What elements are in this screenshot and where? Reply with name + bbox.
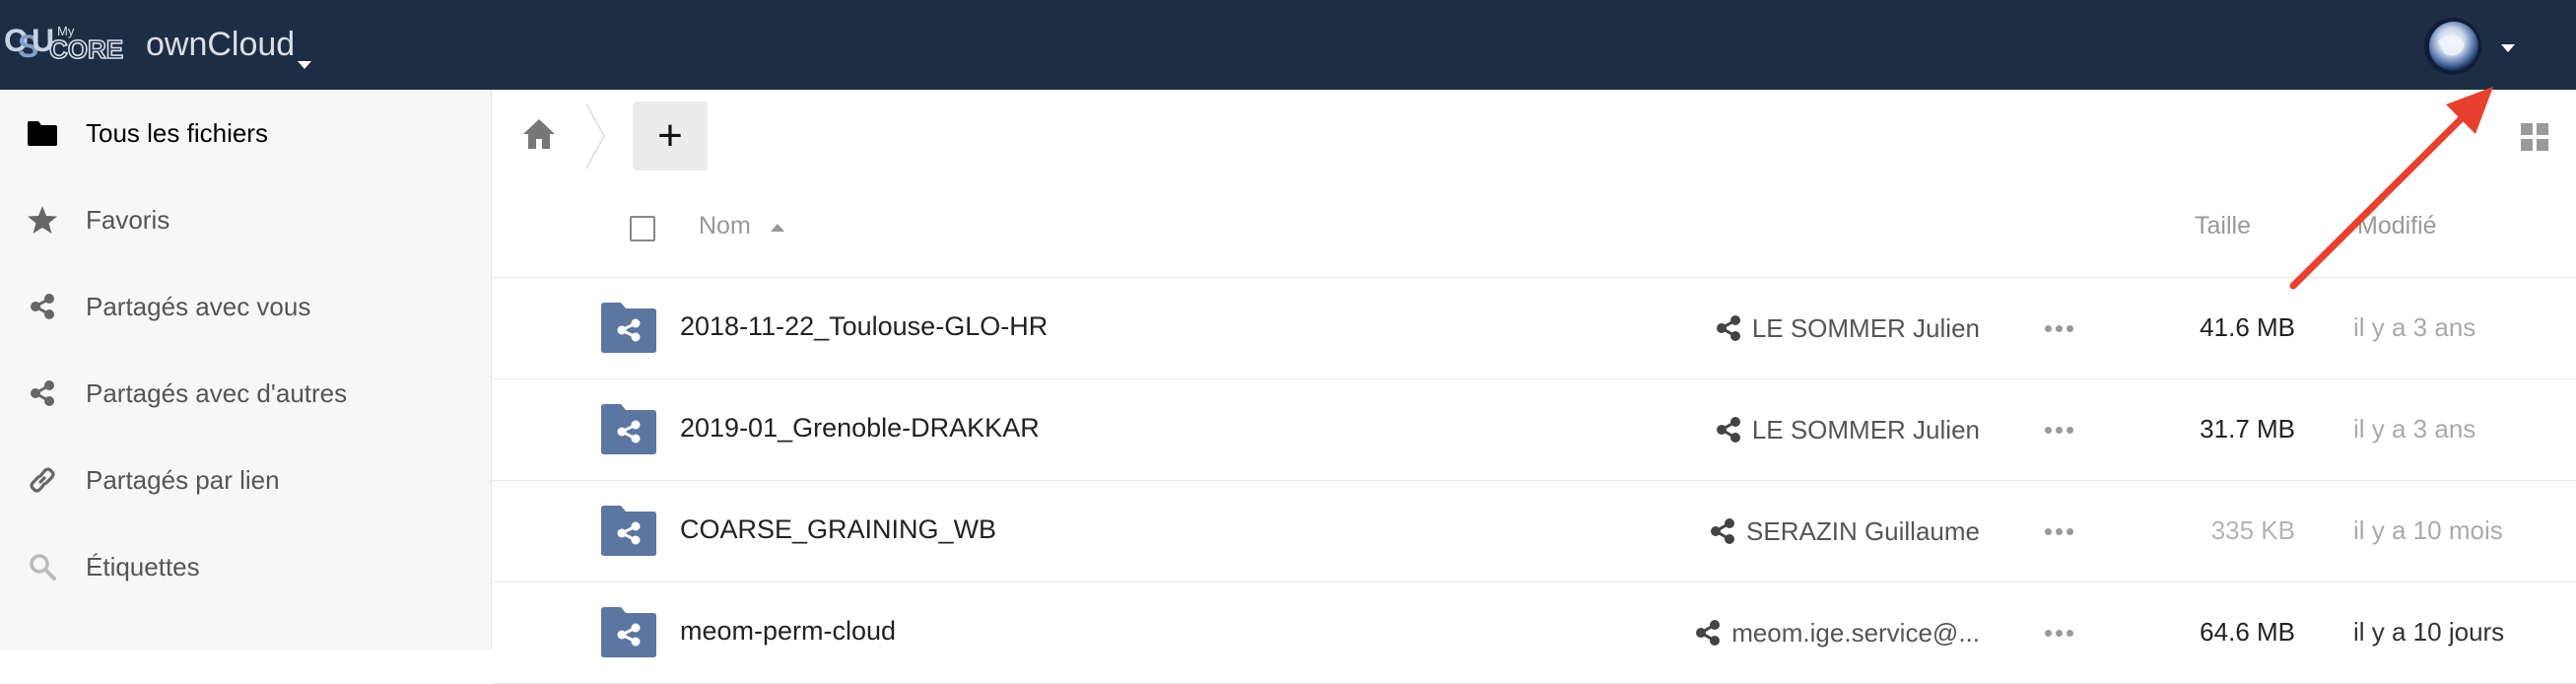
sidebar: Tous les fichiers Favoris Partagés avec … (0, 90, 492, 650)
column-modified-header[interactable]: Modifié (2357, 212, 2437, 240)
file-table-header: Nom Taille Modifié (492, 182, 2576, 278)
folder-icon (26, 116, 59, 150)
more-actions-icon[interactable] (2039, 616, 2078, 650)
sidebar-item-all-files[interactable]: Tous les fichiers (0, 103, 491, 163)
home-icon[interactable] (521, 117, 557, 151)
file-size: 41.6 MB (2200, 312, 2295, 342)
modified-date: il y a 10 mois (2353, 515, 2503, 545)
more-actions-icon[interactable] (2039, 413, 2078, 446)
modified-date: il y a 3 ans (2353, 312, 2476, 342)
link-icon (26, 463, 59, 497)
user-menu-caret-icon[interactable] (2501, 44, 2515, 52)
shared-folder-icon[interactable] (601, 505, 656, 556)
column-size-header[interactable]: Taille (2195, 212, 2251, 240)
sidebar-item-tags[interactable]: Étiquettes (0, 537, 491, 596)
logo-core-text: CORE (49, 34, 123, 64)
share-owner[interactable]: SERAZIN Guillaume (1709, 515, 1980, 547)
shared-folder-icon[interactable] (601, 606, 656, 657)
file-name[interactable]: 2018-11-22_Toulouse-GLO-HR (680, 311, 1048, 342)
file-name[interactable]: COARSE_GRAINING_WB (680, 514, 996, 545)
star-icon (26, 203, 59, 237)
shared-folder-icon[interactable] (601, 403, 656, 454)
file-size: 31.7 MB (2200, 414, 2295, 444)
sidebar-item-label: Partagés par lien (86, 464, 280, 495)
table-row[interactable]: COARSE_GRAINING_WB SERAZIN Guillaume 335… (492, 481, 2576, 582)
file-name[interactable]: meom-perm-cloud (680, 616, 896, 647)
sidebar-item-label: Partagés avec vous (86, 291, 311, 321)
column-name-header[interactable]: Nom (699, 212, 751, 240)
sidebar-item-label: Tous les fichiers (86, 117, 268, 148)
more-actions-icon[interactable] (2039, 311, 2078, 345)
app-menu-caret-icon[interactable] (298, 61, 311, 69)
file-size: 335 KB (2210, 515, 2295, 545)
sidebar-item-label: Partagés avec d'autres (86, 377, 348, 408)
table-row[interactable]: 2018-11-22_Toulouse-GLO-HR LE SOMMER Jul… (492, 278, 2576, 379)
top-header: O S U My CORE ownCloud (0, 0, 2576, 90)
new-file-button[interactable]: + (633, 102, 708, 171)
sidebar-item-shared-with-others[interactable]: Partagés avec d'autres (0, 364, 491, 423)
owner-name: LE SOMMER Julien (1751, 414, 1980, 445)
share-owner[interactable]: meom.ige.service@... (1694, 617, 1980, 649)
sidebar-item-shared-with-you[interactable]: Partagés avec vous (0, 277, 491, 336)
sidebar-item-label: Favoris (86, 204, 170, 235)
owner-name: LE SOMMER Julien (1751, 312, 1980, 343)
share-owner[interactable]: LE SOMMER Julien (1715, 414, 1980, 445)
sidebar-item-favorites[interactable]: Favoris (0, 190, 491, 249)
owner-name: SERAZIN Guillaume (1746, 515, 1980, 546)
share-icon (1696, 620, 1721, 646)
share-icon (26, 376, 59, 410)
share-icon (26, 290, 59, 323)
share-icon (1711, 518, 1735, 544)
table-row[interactable]: meom-perm-cloud meom.ige.service@... 64.… (492, 582, 2576, 684)
file-name[interactable]: 2019-01_Grenoble-DRAKKAR (680, 413, 1040, 444)
modified-date: il y a 10 jours (2353, 617, 2505, 647)
table-row[interactable]: 2019-01_Grenoble-DRAKKAR LE SOMMER Julie… (492, 379, 2576, 481)
share-owner[interactable]: LE SOMMER Julien (1715, 312, 1980, 344)
search-icon (26, 550, 59, 583)
owner-name: meom.ige.service@... (1731, 617, 1980, 648)
modified-date: il y a 3 ans (2353, 414, 2476, 444)
sort-ascending-icon[interactable] (771, 224, 784, 232)
more-actions-icon[interactable] (2039, 514, 2078, 548)
sidebar-item-label: Étiquettes (86, 551, 200, 581)
grid-view-icon[interactable] (2521, 123, 2548, 151)
select-all-checkbox[interactable] (630, 216, 655, 241)
breadcrumb: + (492, 90, 2576, 182)
osu-mycore-logo[interactable]: O S U My CORE (4, 14, 130, 73)
user-avatar[interactable] (2424, 18, 2481, 75)
shared-folder-icon[interactable] (601, 302, 656, 353)
share-icon (1716, 417, 1740, 443)
file-size: 64.6 MB (2200, 617, 2295, 647)
app-name[interactable]: ownCloud (146, 26, 295, 64)
sidebar-item-shared-by-link[interactable]: Partagés par lien (0, 450, 491, 510)
breadcrumb-separator-icon (584, 103, 606, 170)
share-icon (1716, 315, 1740, 341)
